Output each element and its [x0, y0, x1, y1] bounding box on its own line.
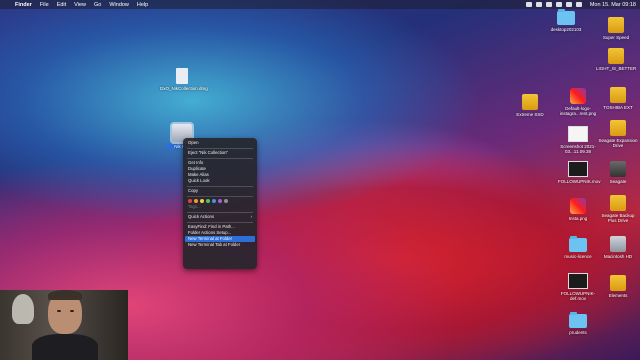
drive-icon — [608, 17, 624, 33]
desktop-icon-label: desktop202103 — [550, 27, 582, 32]
dmg-file-icon — [176, 68, 188, 84]
menu-app-finder[interactable]: Finder — [15, 2, 32, 8]
menu-item-quick-actions[interactable]: Quick Actions — [185, 214, 255, 220]
status-icon-2[interactable] — [535, 2, 542, 7]
menu-separator — [187, 185, 253, 187]
desktop-icon-dxo-dmg[interactable]: DxO_NikCollection.dmg — [160, 68, 208, 91]
folder-icon — [569, 236, 587, 252]
desktop-icon-elements[interactable]: Elements — [600, 275, 636, 298]
menu-item-eject[interactable]: Eject "Nik Collection" — [185, 150, 255, 156]
desktop-icon-label: Seagate Backup Plus Drive — [601, 213, 635, 223]
desktop-icon-seagate-expansion[interactable]: Seagate Expansion Drive — [598, 120, 638, 148]
webcam-person-hair — [48, 290, 82, 300]
desktop-icon-label: Insta.png — [568, 216, 588, 221]
webcam-lamp — [12, 294, 34, 324]
tag-red-dot[interactable] — [188, 199, 192, 203]
status-icon-3[interactable] — [545, 2, 552, 7]
webcam-eye-right — [70, 310, 74, 312]
desktop-icon-label: Extreme SSD — [516, 112, 544, 117]
video-icon — [568, 273, 588, 289]
desktop-icon-label: FOLLOWUPNIK.mov — [558, 179, 601, 184]
menu-window[interactable]: Window — [109, 2, 129, 8]
drive-icon — [608, 48, 624, 64]
desktop-icon-insta-png[interactable]: Insta.png — [558, 198, 598, 221]
menu-bar: Finder File Edit View Go Window Help Mon… — [0, 0, 640, 9]
menu-separator — [187, 195, 253, 197]
desktop-icon-followupnik-def[interactable]: FOLLOWUPNIK-def.mov — [558, 273, 598, 301]
desktop-icon-label: Default-logo-instagra...rent.png — [559, 106, 597, 116]
context-menu: Open Eject "Nik Collection" Get Info Dup… — [183, 138, 257, 269]
menu-separator — [187, 157, 253, 159]
drive-icon — [610, 87, 626, 103]
menu-help[interactable]: Help — [137, 2, 148, 8]
screenshot-icon — [568, 126, 588, 142]
menu-item-new-terminal-tab[interactable]: New Terminal Tab at Folder — [185, 242, 255, 248]
desktop-icon-super-speed[interactable]: Super Speed — [598, 17, 634, 40]
menu-separator — [187, 211, 253, 213]
tag-grey-dot[interactable] — [224, 199, 228, 203]
desktop-icon-label: FOLLOWUPNIK-def.mov — [560, 291, 596, 301]
folder-icon — [569, 312, 587, 328]
folder-icon — [557, 9, 575, 25]
menu-separator — [187, 147, 253, 149]
drive-icon — [522, 94, 538, 110]
menu-item-quick-look[interactable]: Quick Look — [185, 178, 255, 184]
desktop-icon-seagate[interactable]: Seagate — [600, 161, 636, 184]
menu-item-copy[interactable]: Copy — [185, 188, 255, 194]
desktop-icon-seagate-backup[interactable]: Seagate Backup Plus Drive — [598, 195, 638, 223]
image-icon — [570, 88, 586, 104]
menu-view[interactable]: View — [74, 2, 86, 8]
desktop-icon-label: Seagate Expansion Drive — [598, 138, 638, 148]
desktop-icon-label: music-licence — [564, 254, 592, 259]
menu-clock[interactable]: Mon 15. Mar 09:18 — [590, 2, 636, 8]
desktop-icon-label: TOSHIBA EXT — [603, 105, 633, 110]
drive-icon — [610, 195, 626, 211]
desktop-icon-label: prudents — [569, 330, 587, 335]
tag-yellow-dot[interactable] — [200, 199, 204, 203]
desktop-icon-label: Super Speed — [602, 35, 630, 40]
desktop-icon-light-is-better[interactable]: LIGHT_IS_BETTER — [596, 48, 636, 71]
menu-item-open[interactable]: Open — [185, 140, 255, 146]
desktop-icon-extreme-ssd[interactable]: Extreme SSD — [513, 94, 547, 117]
desktop-icon-followupnik-mov[interactable]: FOLLOWUPNIK.mov — [558, 161, 601, 184]
menu-separator — [187, 221, 253, 223]
desktop-icon-screenshot[interactable]: Screenshot 2021-03...11.09.38 — [556, 126, 600, 154]
tag-green-dot[interactable] — [206, 199, 210, 203]
webcam-person-body — [32, 334, 98, 360]
drive-icon — [610, 120, 626, 136]
image-icon — [570, 198, 586, 214]
drive-icon — [610, 236, 626, 252]
webcam-overlay — [0, 290, 128, 360]
video-icon — [568, 161, 588, 177]
desktop-icon-toshiba-ext[interactable]: TOSHIBA EXT — [600, 87, 636, 110]
desktop-icon-instagram-logo[interactable]: Default-logo-instagra...rent.png — [558, 88, 598, 116]
drive-icon — [610, 161, 626, 177]
desktop-icon-label: Screenshot 2021-03...11.09.38 — [560, 144, 596, 154]
desktop-icon-label: Macintosh HD — [603, 254, 633, 259]
tag-orange-dot[interactable] — [194, 199, 198, 203]
desktop-icon-label: Seagate — [609, 179, 627, 184]
desktop-icon-music-licence[interactable]: music-licence — [560, 236, 596, 259]
control-center-icon[interactable] — [575, 2, 582, 7]
webcam-eye-left — [57, 310, 61, 312]
search-icon[interactable] — [565, 2, 572, 7]
desktop-icon-prudents[interactable]: prudents — [560, 312, 596, 335]
desktop-icon-label: DxO_NikCollection.dmg — [160, 86, 208, 91]
wifi-icon[interactable] — [555, 2, 562, 7]
desktop-icon-desktop202103[interactable]: desktop202103 — [548, 9, 584, 32]
menu-item-tags[interactable]: Tags... — [185, 204, 255, 210]
desktop-icon-label: Elements — [608, 293, 628, 298]
tag-purple-dot[interactable] — [218, 199, 222, 203]
drive-icon — [610, 275, 626, 291]
menu-go[interactable]: Go — [94, 2, 101, 8]
menu-edit[interactable]: Edit — [57, 2, 66, 8]
desktop-icon-macintosh-hd[interactable]: Macintosh HD — [598, 236, 638, 259]
desktop-icon-label: LIGHT_IS_BETTER — [596, 66, 637, 71]
status-icon-1[interactable] — [525, 2, 532, 7]
menu-file[interactable]: File — [40, 2, 49, 8]
tag-blue-dot[interactable] — [212, 199, 216, 203]
